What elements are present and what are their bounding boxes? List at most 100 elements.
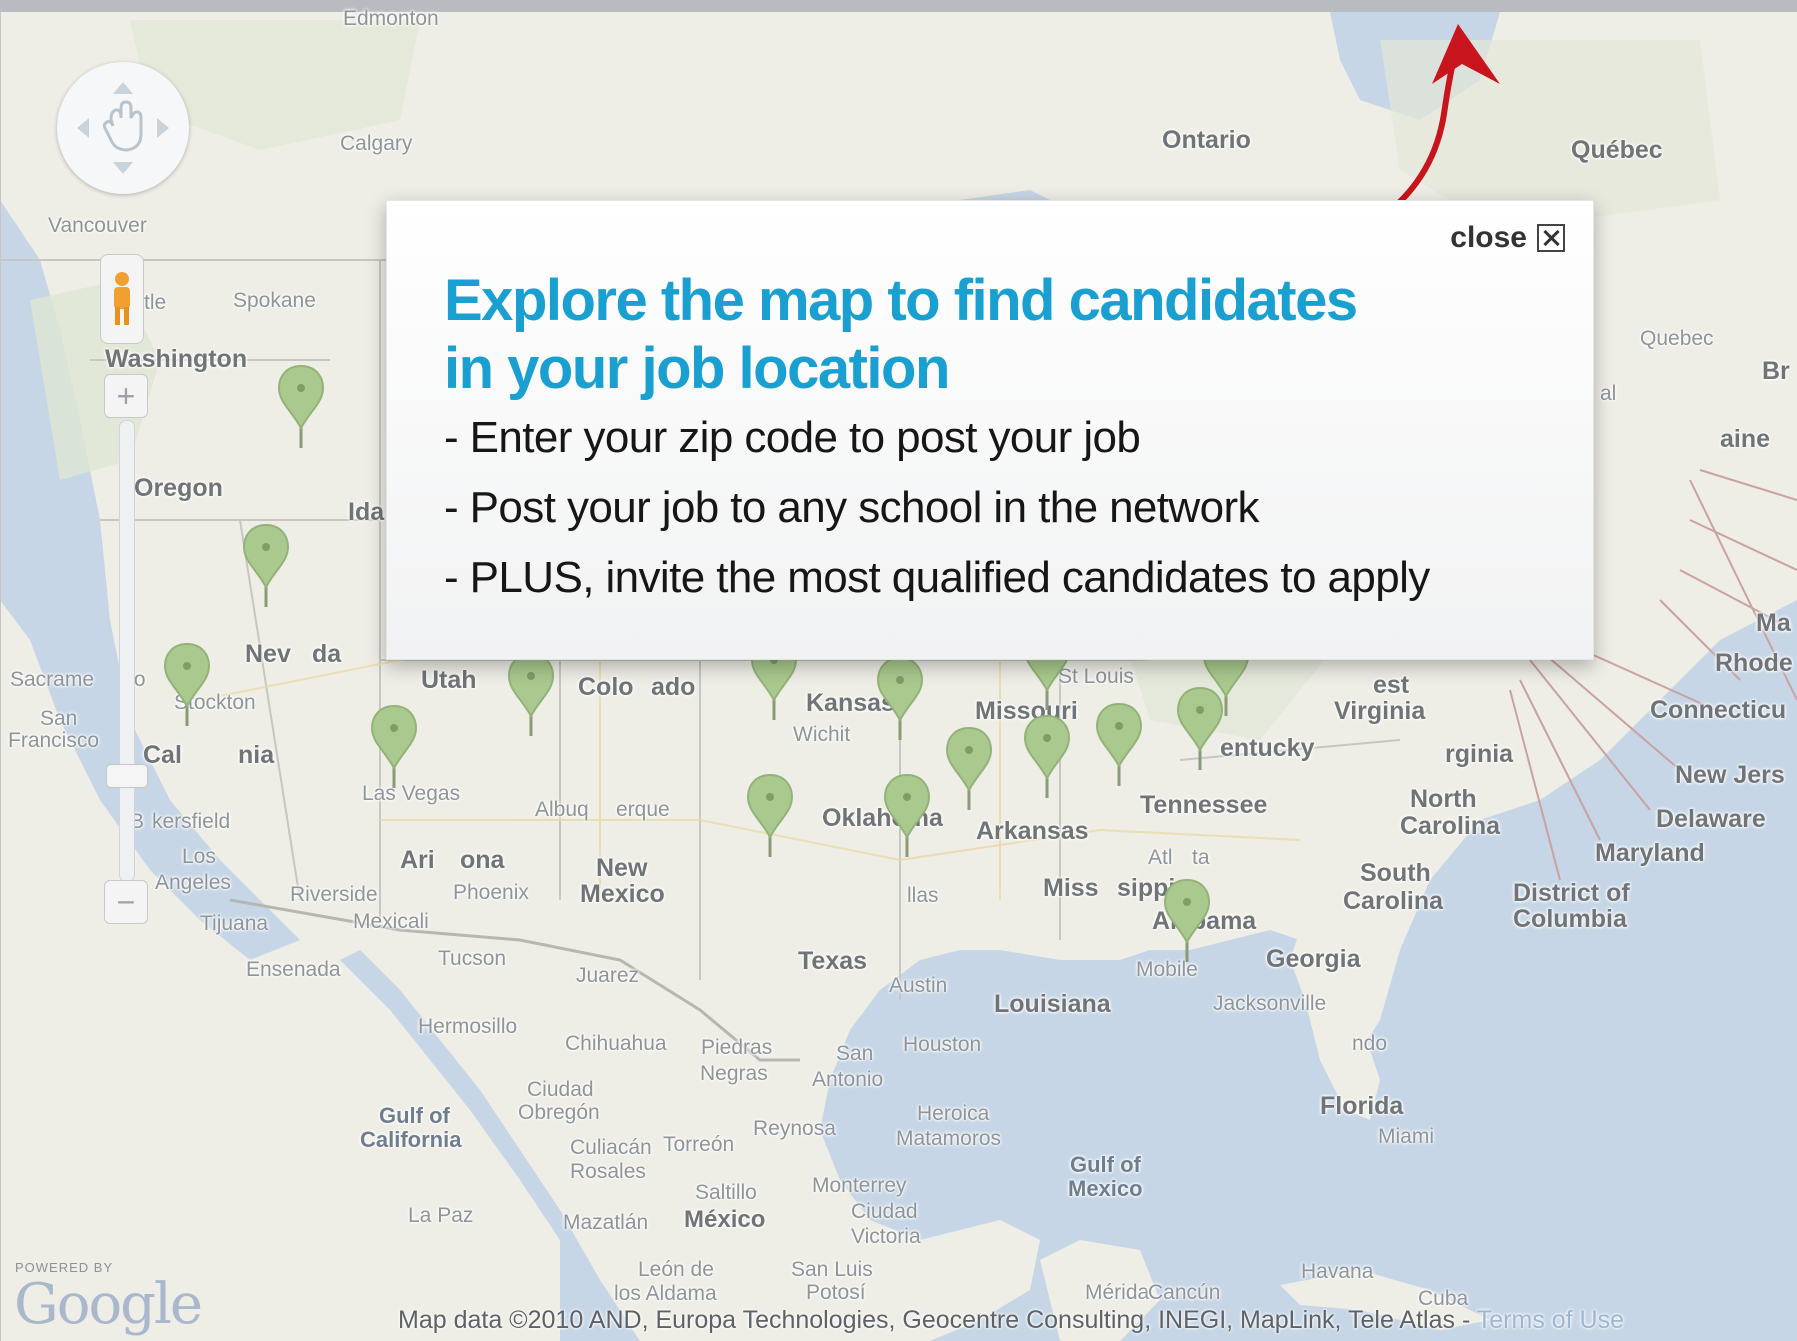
google-logo-text: Google [14, 1272, 203, 1337]
map-pin-icon[interactable] [370, 704, 418, 790]
pegman-control[interactable] [100, 254, 144, 344]
state-label: Québec [1571, 136, 1663, 164]
map-pin-icon[interactable] [242, 523, 290, 609]
city-label: Spokane [233, 289, 316, 312]
state-label: aine [1720, 425, 1771, 453]
water-label: Gulf of [379, 1103, 450, 1128]
map-pin-icon[interactable] [1163, 878, 1211, 964]
pan-control[interactable] [57, 62, 189, 194]
state-label: Arkansas [976, 817, 1089, 845]
map-pin-icon[interactable] [163, 642, 211, 728]
city-label: Mérida [1085, 1281, 1150, 1304]
city-label: Havana [1301, 1260, 1374, 1283]
state-label: Delaware [1656, 805, 1766, 833]
dialog-title: Explore the map to find candidates in yo… [444, 267, 1444, 403]
zoom-slider-track[interactable] [119, 420, 135, 882]
state-label: nia [238, 741, 275, 769]
city-label: Mexicali [353, 910, 429, 933]
state-label: Miss [1043, 874, 1099, 902]
country-label: México [684, 1206, 766, 1233]
city-label: llas [907, 884, 939, 907]
state-label: Ma [1756, 609, 1791, 637]
city-label: Juarez [576, 964, 640, 987]
city-label: Tijuana [200, 912, 269, 935]
city-label: Obregón [518, 1101, 600, 1124]
city-label: Austin [889, 974, 948, 997]
city-label: Piedras [701, 1036, 773, 1059]
state-label: Utah [421, 666, 477, 694]
hand-pan-icon [77, 82, 169, 174]
city-label: ta [1192, 846, 1210, 869]
city-label: Torreón [663, 1133, 735, 1156]
close-icon [1537, 224, 1565, 252]
city-label: Los [182, 845, 216, 868]
city-label: Cancún [1148, 1281, 1221, 1304]
water-label: California [360, 1127, 462, 1152]
close-button[interactable]: close [1450, 221, 1565, 255]
map-pin-icon[interactable] [507, 652, 555, 738]
state-label: Connecticu [1650, 696, 1787, 724]
city-label: Monterrey [812, 1174, 907, 1197]
map-pin-icon[interactable] [277, 364, 325, 450]
google-logo[interactable]: Google [14, 1272, 203, 1337]
map-pin-icon[interactable] [876, 656, 924, 742]
state-label: Colo [578, 673, 634, 701]
pegman-icon [114, 272, 130, 325]
city-label: Francisco [8, 729, 100, 752]
city-label: Houston [903, 1033, 982, 1056]
state-label: Carolina [1400, 812, 1501, 840]
map-canvas[interactable]: Washington Oregon Ida Nev da Utah Colo a… [0, 0, 1797, 1341]
dialog-title-line-1: Explore the map to find candidates [444, 268, 1358, 333]
state-label: Cal [143, 741, 182, 769]
city-label: Matamoros [896, 1127, 1002, 1150]
state-label: Oregon [134, 474, 223, 502]
city-label: Ciudad [527, 1078, 594, 1101]
state-label: Br [1762, 357, 1790, 385]
zoom-slider-handle[interactable] [106, 764, 148, 788]
city-label: erque [616, 798, 670, 821]
city-label: San [836, 1042, 874, 1065]
state-label: Tennessee [1140, 791, 1268, 819]
map-pin-icon[interactable] [945, 726, 993, 812]
state-label: ado [651, 673, 696, 701]
city-label: tle [144, 291, 167, 314]
dialog-bullet: - PLUS, invite the most qualified candid… [444, 553, 1430, 602]
city-label: los Aldama [614, 1282, 717, 1305]
terms-of-use-link[interactable]: Terms of Use [1477, 1306, 1624, 1334]
city-label: Phoenix [453, 881, 529, 904]
state-label: ona [460, 846, 505, 874]
city-label: Antonio [812, 1068, 884, 1091]
map-pin-icon[interactable] [1095, 702, 1143, 788]
city-label: San Luis [791, 1258, 873, 1281]
state-label: rginia [1445, 740, 1514, 768]
zoom-out-button[interactable]: − [104, 880, 148, 924]
city-label: Saltillo [695, 1181, 757, 1204]
explore-map-dialog: close Explore the map to find candidates… [386, 200, 1594, 660]
city-label: Edmonton [343, 7, 439, 30]
close-label: close [1450, 221, 1527, 254]
state-label: Ari [400, 846, 435, 874]
map-pin-icon[interactable] [746, 773, 794, 859]
state-label: Washington [105, 345, 248, 373]
state-label: Carolina [1343, 887, 1444, 915]
map-pin-icon[interactable] [883, 773, 931, 859]
state-label: est [1373, 671, 1410, 699]
map-pin-icon[interactable] [1176, 686, 1224, 772]
state-label: New Jers [1675, 761, 1785, 789]
state-label: Rhode [1715, 649, 1793, 677]
state-label: Georgia [1266, 945, 1361, 973]
city-label: Quebec [1640, 327, 1714, 350]
state-label: Maryland [1595, 839, 1705, 867]
city-label: Wichit [793, 723, 851, 746]
zoom-in-button[interactable]: + [104, 374, 148, 418]
state-label: entucky [1220, 734, 1315, 762]
map-credits: Map data ©2010 AND, Europa Technologies,… [398, 1306, 1624, 1335]
city-label: Calgary [340, 132, 413, 155]
map-pin-icon[interactable] [1023, 714, 1071, 800]
city-label: Sacrame [10, 668, 95, 691]
water-label: Gulf of [1070, 1152, 1141, 1177]
city-label: Mazatlán [563, 1211, 649, 1234]
city-label: Rosales [570, 1160, 646, 1183]
city-label: León de [638, 1258, 714, 1281]
city-label: Angeles [155, 871, 231, 894]
